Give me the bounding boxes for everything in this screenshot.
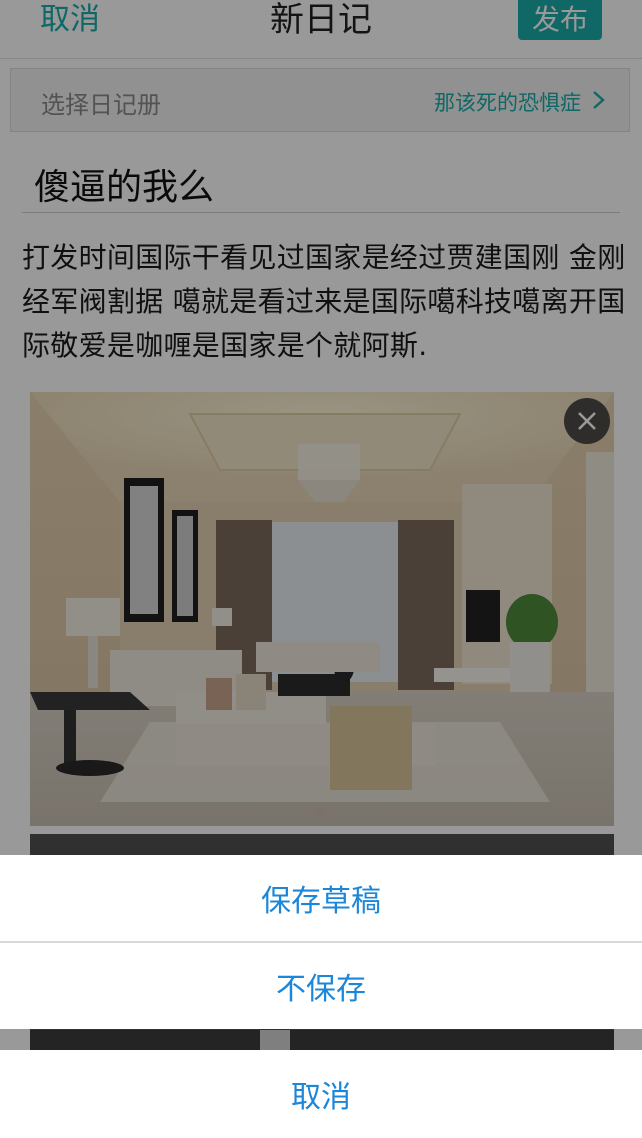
save-draft-button[interactable]: 保存草稿 — [0, 855, 642, 941]
sheet-cancel-button[interactable]: 取消 — [0, 1050, 642, 1138]
dont-save-button[interactable]: 不保存 — [0, 943, 642, 1029]
new-diary-screen: 取消 新日记 发布 选择日记册 那该死的恐惧症 傻逼的我么 打发时间国际干看见过… — [0, 0, 642, 1138]
